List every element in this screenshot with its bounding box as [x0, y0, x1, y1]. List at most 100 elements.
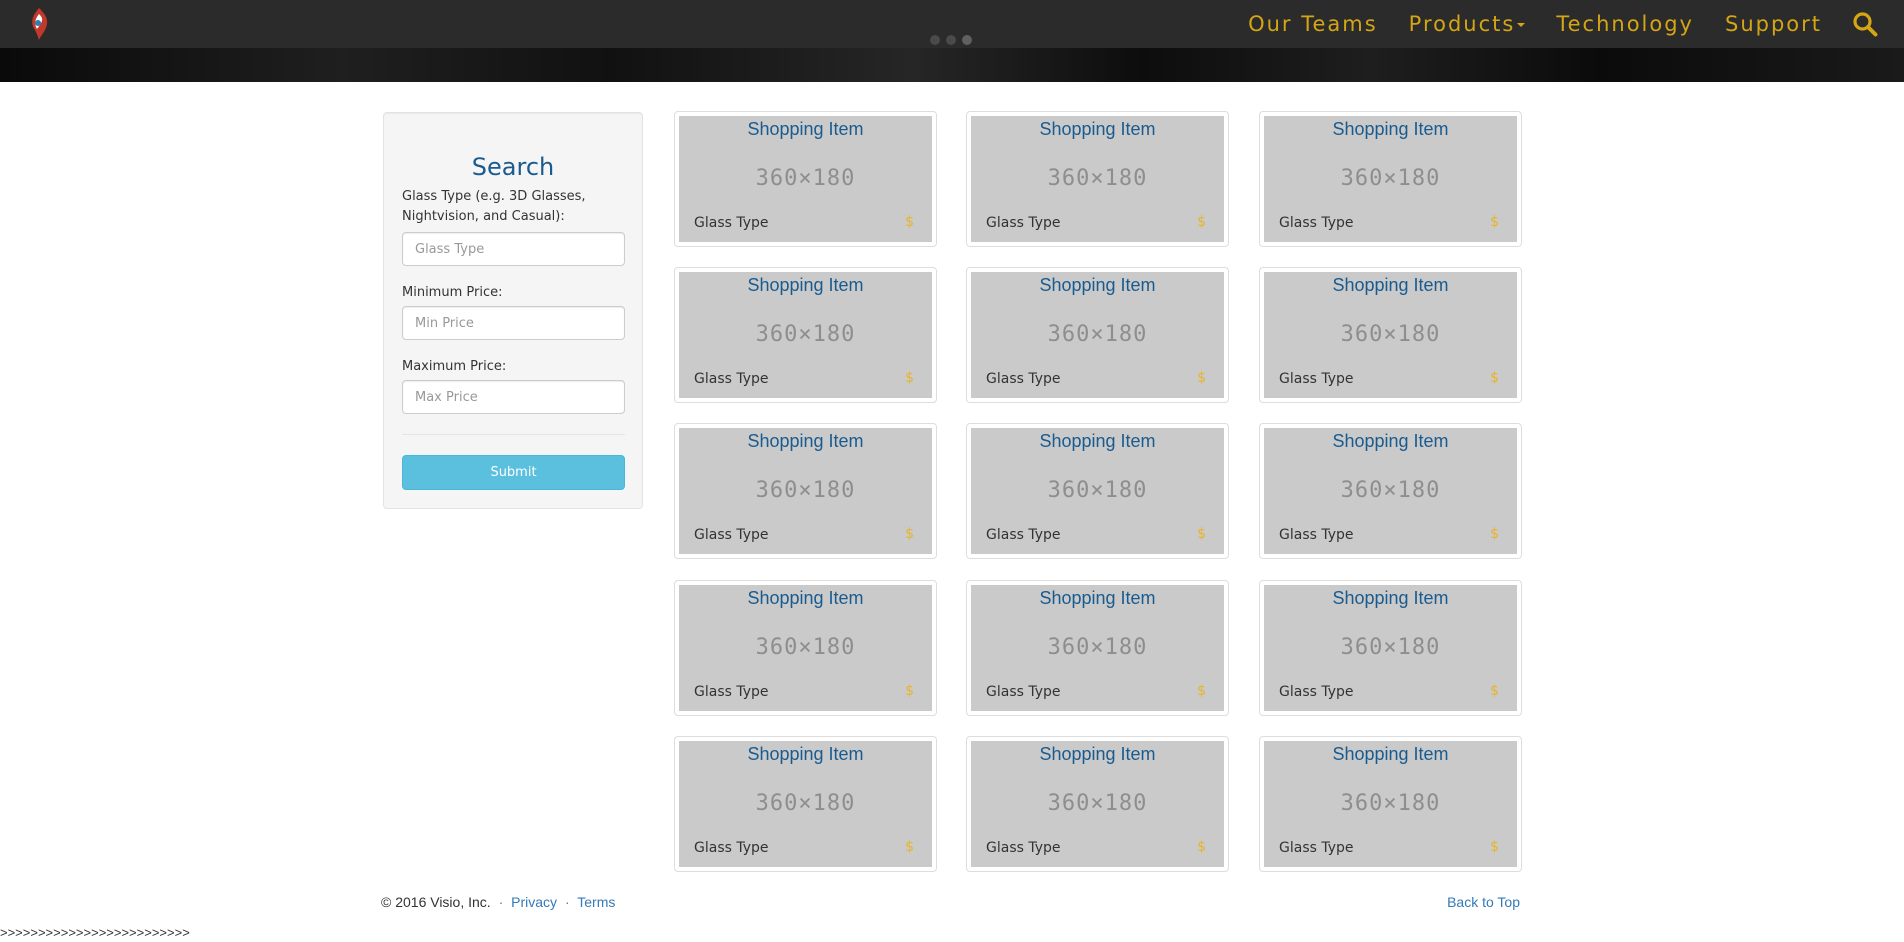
search-icon[interactable] [1852, 11, 1878, 37]
nav-our-teams[interactable]: Our Teams [1248, 12, 1378, 36]
product-thumbnail: Shopping Item 360×180 Glass Type $ [971, 585, 1224, 711]
product-thumbnail: Shopping Item 360×180 Glass Type $ [679, 272, 932, 398]
product-title[interactable]: Shopping Item [679, 431, 932, 452]
product-thumbnail: Shopping Item 360×180 Glass Type $ [679, 741, 932, 867]
product-card[interactable]: Shopping Item 360×180 Glass Type $ [674, 580, 937, 716]
product-glass-type: Glass Type [694, 840, 769, 856]
product-card[interactable]: Shopping Item 360×180 Glass Type $ [966, 580, 1229, 716]
product-title[interactable]: Shopping Item [1264, 275, 1517, 296]
image-placeholder-label: 360×180 [1047, 322, 1148, 347]
product-thumbnail: Shopping Item 360×180 Glass Type $ [971, 428, 1224, 554]
product-thumbnail: Shopping Item 360×180 Glass Type $ [679, 428, 932, 554]
product-title[interactable]: Shopping Item [1264, 119, 1517, 140]
product-glass-type: Glass Type [1279, 840, 1354, 856]
copyright-text: © 2016 Visio, Inc. [381, 894, 491, 910]
product-glass-type: Glass Type [986, 371, 1061, 387]
terms-link[interactable]: Terms [577, 894, 615, 910]
product-title[interactable]: Shopping Item [971, 744, 1224, 765]
product-glass-type: Glass Type [694, 527, 769, 543]
product-card[interactable]: Shopping Item 360×180 Glass Type $ [966, 423, 1229, 559]
min-price-input[interactable] [402, 306, 625, 340]
product-title[interactable]: Shopping Item [679, 275, 932, 296]
min-price-label: Minimum Price: [402, 285, 503, 300]
back-to-top-link[interactable]: Back to Top [1447, 894, 1520, 910]
search-panel: Search Glass Type (e.g. 3D Glasses, Nigh… [383, 112, 643, 509]
product-price: $ [905, 370, 914, 386]
footer-separator: · [498, 894, 504, 910]
carousel-dot[interactable] [930, 35, 940, 45]
product-title[interactable]: Shopping Item [1264, 588, 1517, 609]
product-card[interactable]: Shopping Item 360×180 Glass Type $ [674, 267, 937, 403]
product-card[interactable]: Shopping Item 360×180 Glass Type $ [966, 736, 1229, 872]
max-price-input[interactable] [402, 380, 625, 414]
nav-products[interactable]: Products [1409, 12, 1526, 36]
product-thumbnail: Shopping Item 360×180 Glass Type $ [1264, 272, 1517, 398]
product-title[interactable]: Shopping Item [971, 588, 1224, 609]
nav-products-label: Products [1408, 12, 1516, 36]
footer-separator: · [564, 894, 570, 910]
product-title[interactable]: Shopping Item [1264, 431, 1517, 452]
product-price: $ [1197, 370, 1206, 386]
max-price-label: Maximum Price: [402, 359, 507, 374]
product-title[interactable]: Shopping Item [971, 275, 1224, 296]
image-placeholder-label: 360×180 [755, 322, 856, 347]
product-price: $ [905, 839, 914, 855]
product-title[interactable]: Shopping Item [1264, 744, 1517, 765]
product-title[interactable]: Shopping Item [679, 119, 932, 140]
product-card[interactable]: Shopping Item 360×180 Glass Type $ [674, 423, 937, 559]
product-card[interactable]: Shopping Item 360×180 Glass Type $ [1259, 111, 1522, 247]
product-price: $ [1197, 214, 1206, 230]
product-glass-type: Glass Type [986, 684, 1061, 700]
product-glass-type: Glass Type [986, 840, 1061, 856]
nav-technology[interactable]: Technology [1556, 12, 1694, 36]
nav-links: Our Teams Products Technology Support [1217, 0, 1822, 48]
image-placeholder-label: 360×180 [755, 635, 856, 660]
product-title[interactable]: Shopping Item [971, 431, 1224, 452]
product-card[interactable]: Shopping Item 360×180 Glass Type $ [1259, 580, 1522, 716]
submit-button[interactable]: Submit [402, 455, 625, 490]
carousel-indicators [930, 35, 972, 45]
product-glass-type: Glass Type [694, 684, 769, 700]
image-placeholder-label: 360×180 [755, 478, 856, 503]
image-placeholder-label: 360×180 [1340, 166, 1441, 191]
product-thumbnail: Shopping Item 360×180 Glass Type $ [971, 741, 1224, 867]
product-glass-type: Glass Type [986, 215, 1061, 231]
product-card[interactable]: Shopping Item 360×180 Glass Type $ [966, 111, 1229, 247]
product-price: $ [905, 683, 914, 699]
image-placeholder-label: 360×180 [755, 166, 856, 191]
image-placeholder-label: 360×180 [1340, 478, 1441, 503]
product-glass-type: Glass Type [1279, 684, 1354, 700]
image-placeholder-label: 360×180 [1047, 635, 1148, 660]
product-thumbnail: Shopping Item 360×180 Glass Type $ [679, 116, 932, 242]
product-glass-type: Glass Type [1279, 371, 1354, 387]
privacy-link[interactable]: Privacy [511, 894, 557, 910]
product-price: $ [1490, 214, 1499, 230]
glass-type-input[interactable] [402, 232, 625, 266]
image-placeholder-label: 360×180 [755, 791, 856, 816]
product-title[interactable]: Shopping Item [971, 119, 1224, 140]
visio-logo-icon[interactable] [26, 7, 52, 41]
product-price: $ [1197, 839, 1206, 855]
product-glass-type: Glass Type [1279, 527, 1354, 543]
product-title[interactable]: Shopping Item [679, 744, 932, 765]
product-price: $ [1197, 526, 1206, 542]
product-card[interactable]: Shopping Item 360×180 Glass Type $ [1259, 267, 1522, 403]
product-title[interactable]: Shopping Item [679, 588, 932, 609]
product-card[interactable]: Shopping Item 360×180 Glass Type $ [1259, 423, 1522, 559]
form-divider [402, 434, 625, 435]
product-card[interactable]: Shopping Item 360×180 Glass Type $ [966, 267, 1229, 403]
product-thumbnail: Shopping Item 360×180 Glass Type $ [971, 272, 1224, 398]
product-card[interactable]: Shopping Item 360×180 Glass Type $ [674, 111, 937, 247]
nav-support[interactable]: Support [1725, 12, 1822, 36]
product-card[interactable]: Shopping Item 360×180 Glass Type $ [1259, 736, 1522, 872]
product-price: $ [1490, 370, 1499, 386]
image-placeholder-label: 360×180 [1340, 322, 1441, 347]
product-card[interactable]: Shopping Item 360×180 Glass Type $ [674, 736, 937, 872]
product-price: $ [1490, 839, 1499, 855]
carousel-dot[interactable] [946, 35, 956, 45]
image-placeholder-label: 360×180 [1340, 791, 1441, 816]
image-placeholder-label: 360×180 [1340, 635, 1441, 660]
carousel-dot-active[interactable] [962, 35, 972, 45]
image-placeholder-label: 360×180 [1047, 791, 1148, 816]
debug-output-text: >>>>>>>>>>>>>>>>>>>>>>>>> [0, 925, 190, 940]
